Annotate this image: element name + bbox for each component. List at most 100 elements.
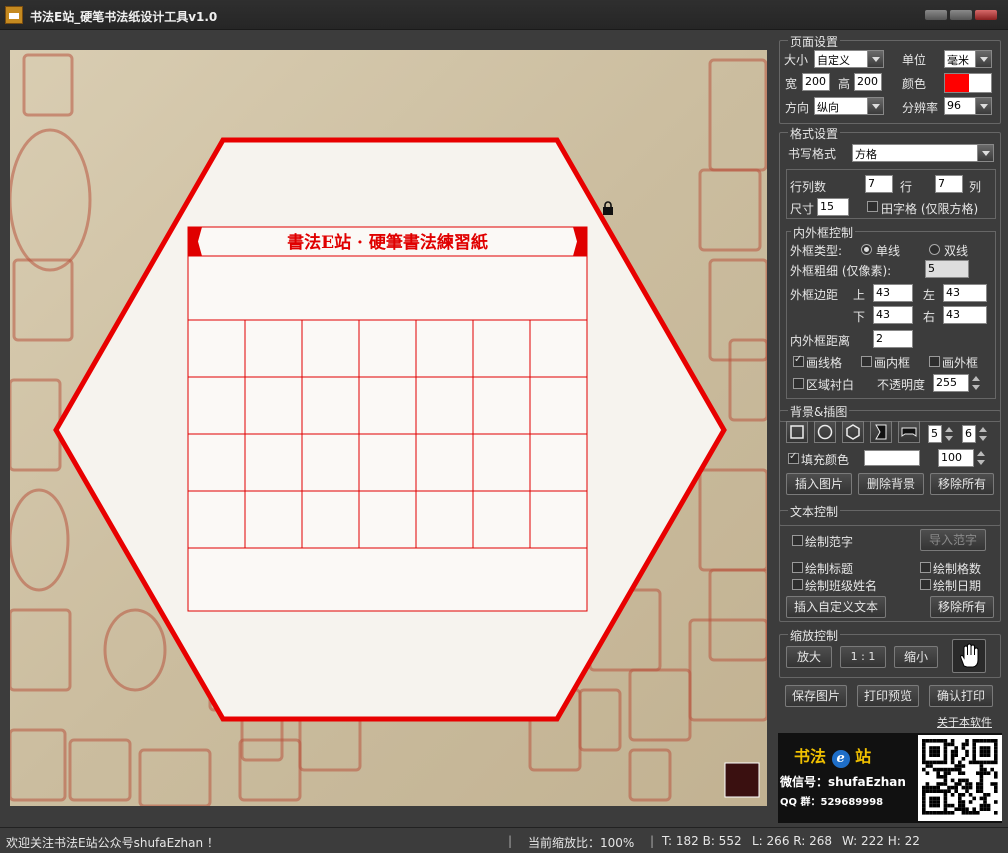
area-white-checkbox[interactable]: [793, 378, 804, 389]
draw-sample-checkbox[interactable]: [792, 535, 803, 546]
bg-spin-b[interactable]: [978, 426, 988, 442]
fill-color-checkbox[interactable]: [788, 451, 799, 464]
fill-opacity-spinner[interactable]: [976, 450, 986, 466]
qr-module: [983, 771, 987, 775]
zoom-reset-button[interactable]: 1 : 1: [840, 646, 886, 668]
draw-outer-checkbox[interactable]: [929, 356, 940, 367]
inner-distance-input[interactable]: 2: [873, 330, 913, 348]
margin-right-input[interactable]: 43: [943, 306, 987, 324]
scroll-icon[interactable]: [898, 421, 920, 443]
format-settings-group: 格式设置 书写格式 方格 行列数 7 行 7 列 尺寸 15 田字格 (仅限方格…: [779, 125, 1001, 422]
qr-module: [965, 778, 969, 783]
writing-style-label: 书写格式: [788, 147, 837, 161]
qr-module: [972, 739, 976, 743]
cell-size-input[interactable]: 15: [817, 198, 849, 216]
fill-opacity-input[interactable]: 100: [938, 449, 974, 467]
qr-module: [954, 764, 958, 768]
ad-wechat: 微信号：shufaEzhan: [780, 775, 906, 789]
qr-module: [932, 749, 937, 754]
draw-grid-checkbox[interactable]: [793, 354, 804, 367]
qr-module: [965, 739, 969, 743]
design-canvas[interactable]: 書法E站 · 硬筆書法練習紙: [10, 50, 767, 806]
zoom-out-button[interactable]: 缩小: [894, 646, 938, 668]
double-line-radio[interactable]: [929, 244, 940, 255]
qr-module: [922, 811, 926, 815]
rows-input[interactable]: 7: [865, 175, 893, 193]
rows-unit: 行: [900, 180, 913, 194]
height-input[interactable]: 200: [854, 73, 882, 91]
confirm-print-button[interactable]: 确认打印: [929, 685, 993, 707]
qr-module: [925, 811, 930, 815]
bg-spin-a-input[interactable]: 5: [928, 425, 942, 443]
chevron-down-icon: [867, 51, 883, 67]
opacity-spinner[interactable]: [971, 375, 981, 391]
qr-module: [922, 803, 926, 808]
draw-class-name-checkbox[interactable]: [792, 579, 803, 590]
square-icon[interactable]: [786, 421, 808, 443]
hexagon-icon[interactable]: [842, 421, 864, 443]
qr-module: [947, 789, 951, 793]
zoom-in-button[interactable]: 放大: [786, 646, 832, 668]
draw-inner-checkbox[interactable]: [861, 356, 872, 367]
color-picker[interactable]: [944, 73, 992, 93]
qr-module: [943, 793, 948, 797]
opacity-input[interactable]: 255: [933, 374, 969, 392]
tianzige-checkbox[interactable]: [867, 201, 878, 212]
draw-grid-num-checkbox[interactable]: [920, 562, 931, 573]
insert-image-button[interactable]: 插入图片: [786, 473, 852, 495]
qr-module: [929, 753, 933, 757]
qr-module: [950, 753, 955, 757]
frame-thickness-input[interactable]: 5: [925, 260, 969, 278]
qr-module: [936, 789, 940, 793]
qr-module: [979, 771, 984, 775]
remove-all-text-button[interactable]: 移除所有: [930, 596, 994, 618]
qr-module: [922, 739, 926, 743]
draw-grid-label: 画线格: [806, 356, 843, 370]
status-top-bottom: T: 182 B: 552: [662, 834, 742, 848]
bg-spin-a[interactable]: [944, 426, 954, 442]
margin-bottom-label: 下: [853, 310, 866, 324]
margin-top-input[interactable]: 43: [873, 284, 913, 302]
size-select[interactable]: 自定义: [814, 50, 884, 68]
ad-banner[interactable]: 书法 e 站 微信号：shufaEzhan QQ 群：529689998: [778, 733, 1002, 823]
maximize-button[interactable]: [950, 10, 972, 20]
about-link[interactable]: 关于本软件: [937, 714, 992, 730]
qr-module: [936, 771, 940, 775]
qr-module: [983, 760, 987, 765]
left-notch-icon[interactable]: [870, 421, 892, 443]
qr-module: [925, 764, 930, 768]
delete-background-button[interactable]: 删除背景: [858, 473, 924, 495]
insert-custom-text-button[interactable]: 插入自定义文本: [786, 596, 886, 618]
hand-icon[interactable]: [952, 639, 986, 673]
print-preview-button[interactable]: 打印预览: [857, 685, 919, 707]
writing-style-select[interactable]: 方格: [852, 144, 994, 162]
fill-color-swatch[interactable]: [864, 450, 920, 466]
qr-module: [979, 760, 984, 765]
margin-left-input[interactable]: 43: [943, 284, 987, 302]
dpi-select[interactable]: 96: [944, 97, 992, 115]
circle-icon[interactable]: [814, 421, 836, 443]
qr-module: [950, 739, 955, 743]
height-label: 高: [838, 77, 851, 91]
save-image-button[interactable]: 保存图片: [785, 685, 847, 707]
qr-module: [961, 800, 966, 804]
qr-module: [936, 796, 940, 801]
qr-module: [976, 782, 980, 786]
import-sample-button[interactable]: 导入范字: [920, 529, 986, 551]
unit-select[interactable]: 毫米: [944, 50, 992, 68]
direction-select[interactable]: 纵向: [814, 97, 884, 115]
qr-module: [979, 767, 984, 772]
draw-title-checkbox[interactable]: [792, 562, 803, 573]
cols-input[interactable]: 7: [935, 175, 963, 193]
qr-module: [943, 800, 948, 804]
single-line-radio[interactable]: [861, 244, 872, 255]
remove-all-bg-button[interactable]: 移除所有: [930, 473, 994, 495]
bg-spin-b-input[interactable]: 6: [962, 425, 976, 443]
minimize-button[interactable]: [925, 10, 947, 20]
margin-bottom-input[interactable]: 43: [873, 306, 913, 324]
width-input[interactable]: 200: [802, 73, 830, 91]
draw-date-checkbox[interactable]: [920, 579, 931, 590]
qr-module: [958, 807, 962, 811]
qr-module: [925, 760, 930, 765]
close-button[interactable]: [975, 10, 997, 20]
